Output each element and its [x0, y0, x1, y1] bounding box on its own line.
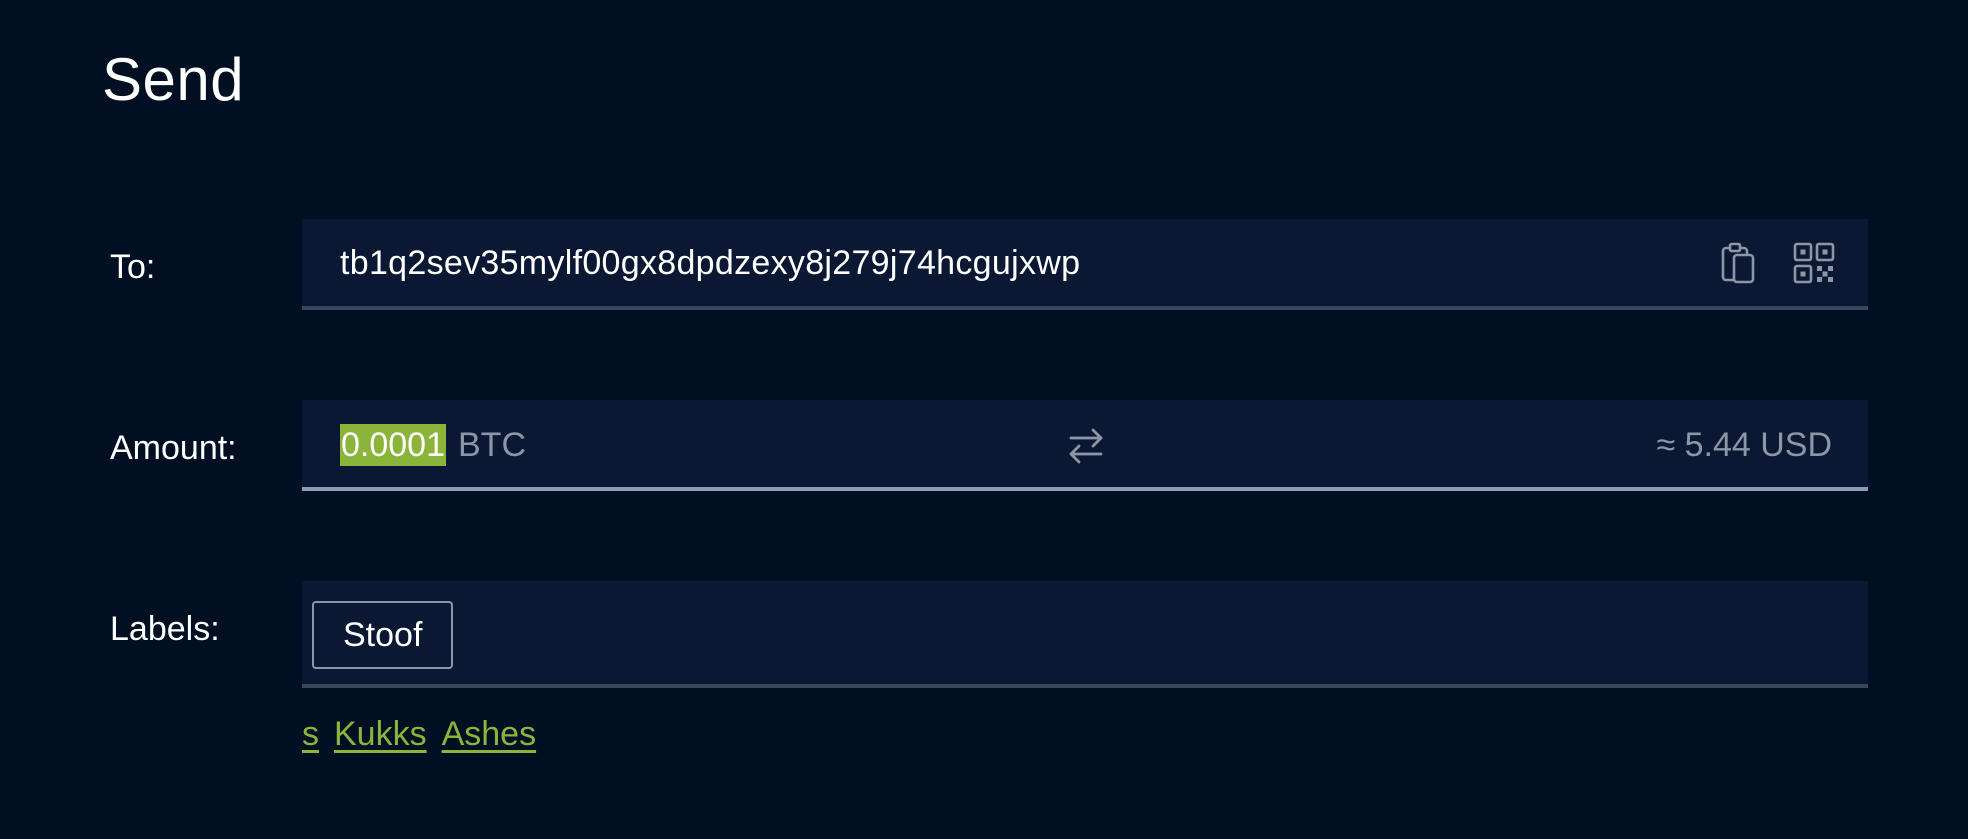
address-input[interactable]: tb1q2sev35mylf00gx8dpdzexy8j279j74hcgujx… [340, 241, 1080, 285]
label-suggestion[interactable]: Kukks [334, 712, 427, 756]
paste-button[interactable] [1716, 241, 1760, 285]
amount-input[interactable]: 0.0001 BTC [340, 424, 526, 466]
swap-currency-button[interactable] [1064, 424, 1108, 468]
page-title: Send [102, 46, 245, 113]
send-page: Send To: tb1q2sev35mylf00gx8dpdzexy8j279… [0, 0, 1968, 839]
labels-field[interactable]: Stoof [302, 581, 1868, 688]
amount-value-selected[interactable]: 0.0001 [340, 424, 446, 466]
label-suggestions: s Kukks Ashes [302, 712, 536, 756]
amount-label: Amount: [110, 429, 237, 467]
clipboard-icon [1721, 242, 1755, 284]
swap-arrows-icon [1069, 428, 1103, 464]
amount-field[interactable]: 0.0001 BTC ≈ 5.44 USD [302, 400, 1868, 491]
label-suggestion[interactable]: Ashes [442, 712, 537, 756]
scan-qr-button[interactable] [1792, 241, 1836, 285]
labels-label: Labels: [110, 610, 220, 648]
amount-unit: BTC [458, 426, 526, 464]
label-chip[interactable]: Stoof [312, 601, 454, 669]
fiat-amount: ≈ 5.44 USD [1656, 426, 1832, 464]
to-label: To: [110, 248, 156, 286]
qr-code-icon [1793, 242, 1835, 284]
label-suggestion[interactable]: s [302, 712, 319, 756]
address-field[interactable]: tb1q2sev35mylf00gx8dpdzexy8j279j74hcgujx… [302, 219, 1868, 310]
